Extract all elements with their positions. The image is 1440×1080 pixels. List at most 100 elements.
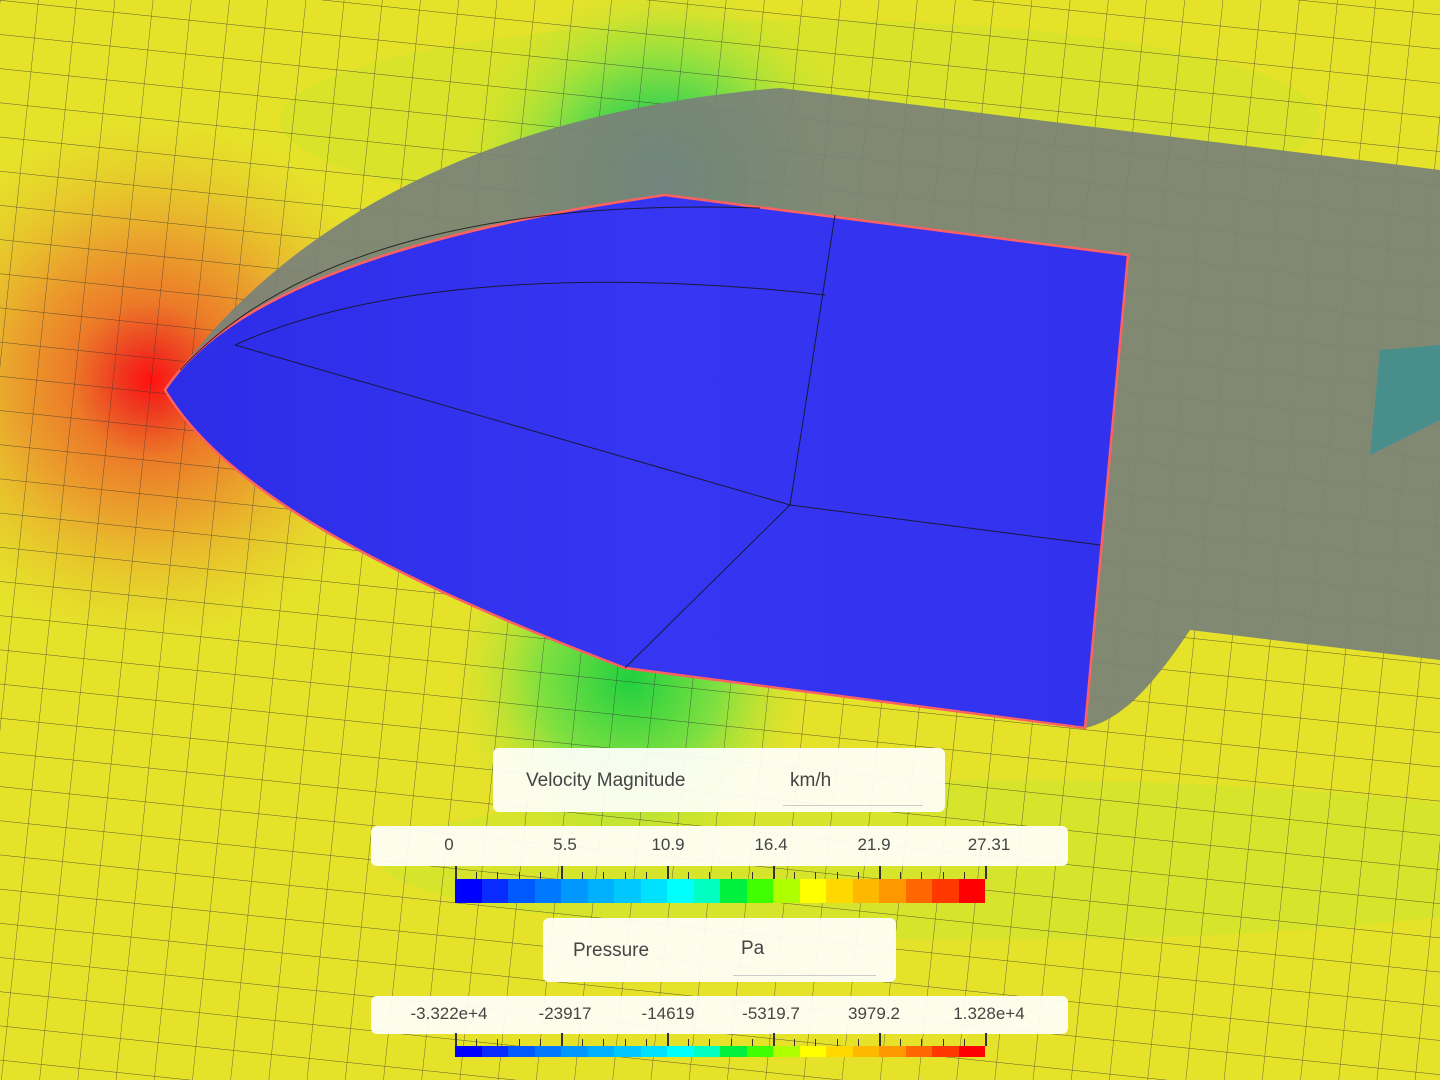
colorbar-tick	[688, 1039, 690, 1046]
colorbar-segment	[958, 1046, 985, 1057]
colorbar-tick	[879, 1033, 881, 1046]
colorbar-segment	[932, 1046, 959, 1057]
colorbar-tick	[985, 866, 987, 879]
velocity-tick-marks	[455, 866, 987, 879]
colorbar-tick	[497, 872, 499, 879]
colorbar-segment	[826, 1046, 853, 1057]
colorbar-tick	[730, 1039, 732, 1046]
colorbar-tick	[963, 872, 965, 879]
colorbar-segment	[481, 879, 508, 903]
colorbar-segment	[773, 1046, 800, 1057]
colorbar-tick	[921, 872, 923, 879]
colorbar-segment	[481, 1046, 508, 1057]
colorbar-tick	[709, 1039, 711, 1046]
velocity-colorbar	[455, 879, 985, 903]
colorbar-tick	[603, 872, 605, 879]
colorbar-tick	[455, 866, 457, 879]
velocity-tick-label: 21.9	[857, 835, 891, 854]
colorbar-tick	[518, 1039, 520, 1046]
colorbar-segment	[905, 879, 932, 903]
pressure-tick-label[interactable]: -3.322e+4	[410, 1004, 487, 1024]
colorbar-segment	[746, 1046, 773, 1057]
colorbar-segment	[773, 879, 800, 903]
velocity-tick-label: 10.9	[651, 835, 685, 854]
colorbar-segment	[693, 1046, 720, 1057]
colorbar-tick	[773, 866, 775, 879]
colorbar-tick	[942, 872, 944, 879]
colorbar-tick	[942, 1039, 944, 1046]
colorbar-tick	[624, 1039, 626, 1046]
velocity-tick-label[interactable]: 0	[444, 835, 453, 855]
colorbar-tick	[645, 872, 647, 879]
colorbar-segment	[508, 1046, 535, 1057]
pressure-tick-marks	[455, 1033, 987, 1046]
colorbar-tick	[985, 1033, 987, 1046]
colorbar-tick	[645, 1039, 647, 1046]
colorbar-tick	[963, 1039, 965, 1046]
colorbar-segment	[614, 1046, 641, 1057]
colorbar-tick	[900, 1039, 902, 1046]
colorbar-tick	[561, 866, 563, 879]
colorbar-segment	[905, 1046, 932, 1057]
pressure-unit-select[interactable]: Pa	[741, 938, 764, 960]
colorbar-segment	[720, 879, 747, 903]
velocity-tick-label: 5.5	[553, 835, 577, 854]
colorbar-tick	[921, 1039, 923, 1046]
colorbar-segment	[667, 879, 694, 903]
colorbar-segment	[799, 879, 826, 903]
colorbar-segment	[455, 879, 482, 903]
colorbar-segment	[614, 879, 641, 903]
colorbar-tick	[900, 872, 902, 879]
colorbar-tick	[773, 1033, 775, 1046]
velocity-legend-title-panel: Velocity Magnitude km/h	[493, 748, 945, 812]
colorbar-segment	[640, 879, 667, 903]
colorbar-segment	[852, 879, 879, 903]
colorbar-tick	[582, 1039, 584, 1046]
pressure-tick-label: -23917	[538, 1004, 592, 1023]
pressure-tick-label: -14619	[641, 1004, 695, 1023]
colorbar-segment	[958, 879, 985, 903]
colorbar-segment	[879, 1046, 906, 1057]
colorbar-segment	[587, 1046, 614, 1057]
colorbar-tick	[667, 866, 669, 879]
pressure-tick-label: -5319.7	[742, 1004, 800, 1023]
colorbar-tick	[624, 872, 626, 879]
pressure-ticks-panel: -3.322e+4 -23917 -14619 -5319.7 3979.2 1…	[371, 996, 1068, 1034]
pressure-tick-label[interactable]: 1.328e+4	[953, 1004, 1024, 1024]
pressure-legend-title: Pressure	[573, 940, 650, 961]
velocity-ticks-panel: 0 5.5 10.9 16.4 21.9 27.31	[371, 826, 1068, 866]
colorbar-segment	[534, 879, 561, 903]
pressure-tick-label: 3979.2	[848, 1004, 900, 1023]
colorbar-segment	[561, 879, 588, 903]
velocity-tick-label[interactable]: 27.31	[968, 835, 1011, 855]
colorbar-tick	[836, 872, 838, 879]
colorbar-tick	[879, 866, 881, 879]
colorbar-tick	[667, 1033, 669, 1046]
colorbar-segment	[587, 879, 614, 903]
pressure-legend-title-panel: Pressure Pa	[543, 918, 896, 982]
velocity-unit-underline	[783, 805, 923, 806]
colorbar-segment	[455, 1046, 482, 1057]
pressure-unit-underline	[733, 975, 876, 976]
colorbar-tick	[751, 872, 753, 879]
colorbar-tick	[688, 872, 690, 879]
colorbar-tick	[794, 1039, 796, 1046]
colorbar-segment	[693, 879, 720, 903]
colorbar-tick	[709, 872, 711, 879]
colorbar-segment	[799, 1046, 826, 1057]
pressure-colorbar	[455, 1046, 985, 1057]
colorbar-tick	[539, 1039, 541, 1046]
colorbar-segment	[720, 1046, 747, 1057]
colorbar-segment	[852, 1046, 879, 1057]
colorbar-tick	[561, 1033, 563, 1046]
colorbar-tick	[455, 1033, 457, 1046]
colorbar-tick	[518, 872, 520, 879]
colorbar-tick	[603, 1039, 605, 1046]
colorbar-segment	[561, 1046, 588, 1057]
colorbar-segment	[640, 1046, 667, 1057]
velocity-unit-select[interactable]: km/h	[790, 770, 831, 792]
colorbar-segment	[932, 879, 959, 903]
colorbar-segment	[534, 1046, 561, 1057]
colorbar-tick	[794, 872, 796, 879]
velocity-legend-title: Velocity Magnitude	[526, 770, 686, 791]
